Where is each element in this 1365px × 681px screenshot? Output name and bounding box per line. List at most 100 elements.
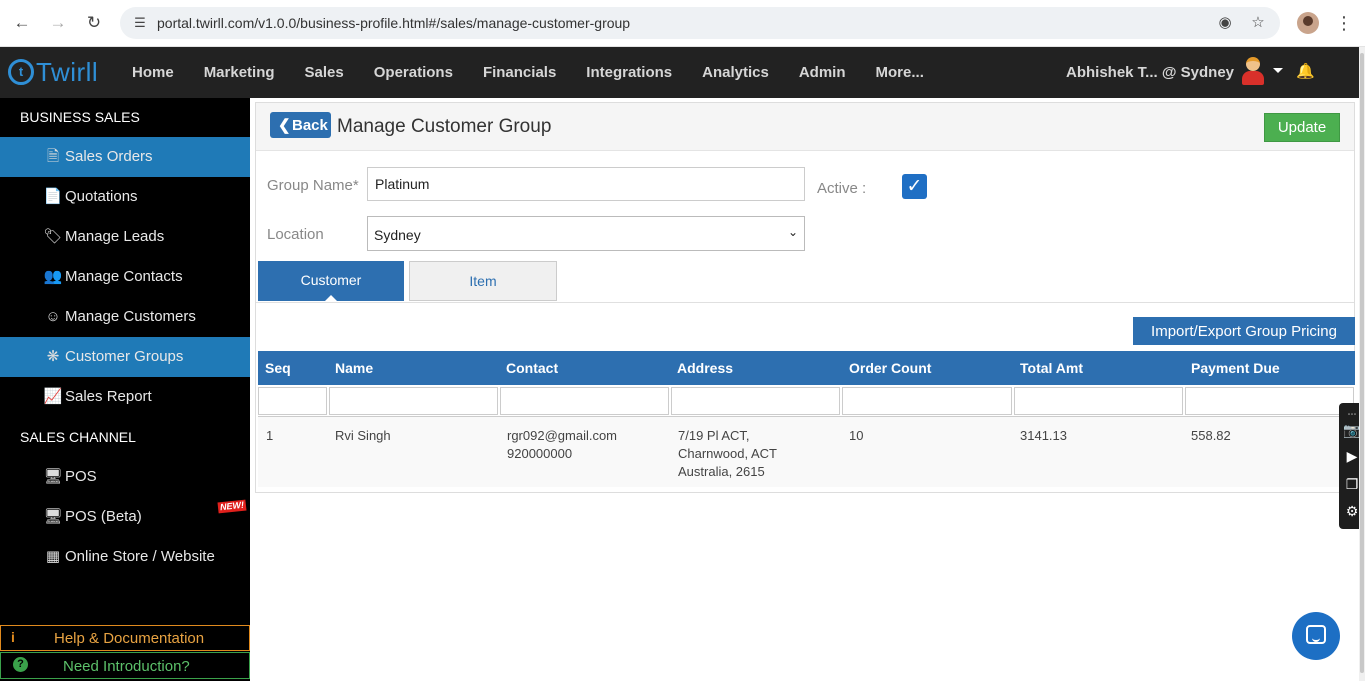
column-header-name[interactable]: Name (335, 360, 373, 376)
cell-name: Rvi Singh (335, 428, 391, 443)
location-pin-icon[interactable]: ◉ (1215, 13, 1235, 33)
location-select[interactable]: Sydney ⌄ (367, 216, 805, 251)
cell-address: 7/19 Pl ACT, Charnwood, ACT Australia, 2… (678, 427, 777, 481)
chevron-down-icon: ⌄ (787, 225, 798, 239)
column-header-address[interactable]: Address (677, 360, 733, 376)
filter-seq-input[interactable] (258, 387, 327, 415)
active-checkbox[interactable]: ✓ (902, 174, 927, 199)
nav-more[interactable]: More... (876, 64, 924, 81)
sidebar-item-sales-orders[interactable]: 🗎 Sales Orders (0, 137, 250, 177)
help-documentation-link[interactable]: i Help & Documentation (0, 625, 250, 651)
nav-sales[interactable]: Sales (305, 64, 344, 81)
user-location[interactable]: Abhishek T... @ Sydney (1066, 64, 1234, 81)
group-name-label: Group Name* (267, 177, 359, 194)
sidebar-section-sales-channel: SALES CHANNEL (20, 429, 136, 445)
address-bar[interactable]: ☰ portal.twirll.com/v1.0.0/business-prof… (120, 7, 1280, 39)
column-header-seq[interactable]: Seq (265, 360, 291, 376)
column-header-order-count[interactable]: Order Count (849, 360, 931, 376)
user-circle-icon: ☺ (45, 308, 61, 325)
logo-text: Twirll (36, 57, 99, 87)
user-dropdown-caret-icon[interactable] (1273, 68, 1283, 73)
back-arrow-icon[interactable]: ← (11, 12, 33, 34)
line-chart-icon: 📈 (43, 388, 63, 405)
help-label: Help & Documentation (54, 630, 205, 647)
back-button[interactable]: ❮ Back (270, 112, 331, 138)
nav-integrations[interactable]: Integrations (586, 64, 672, 81)
page-scrollbar[interactable] (1359, 47, 1365, 681)
sidebar-item-label: POS (65, 468, 97, 485)
browser-toolbar: ← → ↻ ☰ portal.twirll.com/v1.0.0/busines… (0, 0, 1365, 47)
intro-label: Need Introduction? (63, 658, 190, 675)
filter-contact-input[interactable] (500, 387, 669, 415)
page-title: Manage Customer Group (337, 116, 552, 137)
location-label: Location (267, 226, 324, 243)
update-button[interactable]: Update (1264, 113, 1340, 142)
cell-address-line3: Australia, 2615 (678, 464, 765, 479)
tab-item[interactable]: Item (409, 261, 557, 301)
chat-launcher-button[interactable] (1292, 612, 1340, 660)
sidebar-item-label: Online Store / Website (65, 548, 215, 565)
sidebar-item-label: Sales Report (65, 388, 152, 405)
nav-marketing[interactable]: Marketing (204, 64, 275, 81)
profile-avatar-icon[interactable] (1297, 12, 1319, 34)
monitor-icon: 🖥 (43, 468, 63, 485)
sidebar-item-pos[interactable]: 🖥 POS (0, 457, 250, 497)
sidebar-item-label: Manage Leads (65, 228, 165, 245)
logo-mark-icon: t (8, 59, 34, 85)
bookmark-star-icon[interactable]: ☆ (1248, 13, 1268, 33)
column-header-contact[interactable]: Contact (506, 360, 558, 376)
need-introduction-link[interactable]: ? Need Introduction? (0, 652, 250, 679)
location-selected-value: Sydney (374, 227, 421, 243)
sidebar-item-label: Quotations (65, 188, 138, 205)
group-name-input[interactable] (367, 167, 805, 201)
sidebar-item-label: Sales Orders (65, 148, 153, 165)
main-menu: Home Marketing Sales Operations Financia… (132, 64, 954, 81)
nav-operations[interactable]: Operations (374, 64, 453, 81)
table-row[interactable]: 1 Rvi Singh rgr092@gmail.com 920000000 7… (258, 417, 1355, 487)
sidebar-item-label: Manage Contacts (65, 268, 183, 285)
filter-address-input[interactable] (671, 387, 840, 415)
sidebar-item-customer-groups[interactable]: ❋ Customer Groups (0, 337, 250, 377)
forward-arrow-icon[interactable]: → (47, 12, 69, 34)
app-navbar: t Twirll Home Marketing Sales Operations… (0, 47, 1360, 98)
tab-customer[interactable]: Customer (258, 261, 404, 302)
info-icon: i (11, 629, 15, 645)
user-avatar-icon[interactable] (1240, 55, 1266, 87)
sidebar-item-online-store[interactable]: ▦ Online Store / Website (0, 537, 250, 577)
cell-total-amt: 3141.13 (1020, 428, 1067, 443)
nav-home[interactable]: Home (132, 64, 174, 81)
users-icon: 👥 (43, 268, 63, 285)
column-header-total-amt[interactable]: Total Amt (1020, 360, 1083, 376)
nav-financials[interactable]: Financials (483, 64, 556, 81)
site-settings-icon[interactable]: ☰ (130, 13, 150, 33)
import-export-group-pricing-button[interactable]: Import/Export Group Pricing (1133, 317, 1355, 345)
url-text[interactable]: portal.twirll.com/v1.0.0/business-profil… (157, 15, 630, 31)
sidebar-item-quotations[interactable]: 📄 Quotations (0, 177, 250, 217)
sidebar-item-manage-customers[interactable]: ☺ Manage Customers (0, 297, 250, 337)
column-header-payment-due[interactable]: Payment Due (1191, 360, 1280, 376)
new-badge: NEW! (217, 499, 247, 514)
sidebar-item-sales-report[interactable]: 📈 Sales Report (0, 377, 250, 417)
nav-admin[interactable]: Admin (799, 64, 846, 81)
cell-address-line1: 7/19 Pl ACT, (678, 428, 750, 443)
cell-address-line2: Charnwood, ACT (678, 446, 777, 461)
sidebar-item-label: Manage Customers (65, 308, 196, 325)
filter-name-input[interactable] (329, 387, 498, 415)
sitemap-icon: ▦ (45, 548, 61, 565)
nav-analytics[interactable]: Analytics (702, 64, 769, 81)
sidebar-item-manage-leads[interactable]: 🏷 Manage Leads (0, 217, 250, 257)
twirll-logo[interactable]: t Twirll (8, 56, 108, 88)
filter-order-count-input[interactable] (842, 387, 1012, 415)
chat-bubble-icon (1306, 625, 1326, 644)
filter-total-amt-input[interactable] (1014, 387, 1183, 415)
browser-menu-icon[interactable]: ⋮ (1334, 12, 1354, 34)
cell-seq: 1 (266, 428, 274, 443)
sidebar-item-label: Customer Groups (65, 348, 184, 365)
sidebar-item-manage-contacts[interactable]: 👥 Manage Contacts (0, 257, 250, 297)
question-circle-icon: ? (13, 657, 28, 672)
filter-payment-due-input[interactable] (1185, 387, 1354, 415)
reload-icon[interactable]: ↻ (83, 12, 105, 34)
back-label: Back (292, 117, 328, 134)
bell-icon[interactable]: 🔔 (1296, 62, 1315, 80)
sidebar-item-pos-beta[interactable]: 🖥 POS (Beta) NEW! (0, 497, 250, 537)
